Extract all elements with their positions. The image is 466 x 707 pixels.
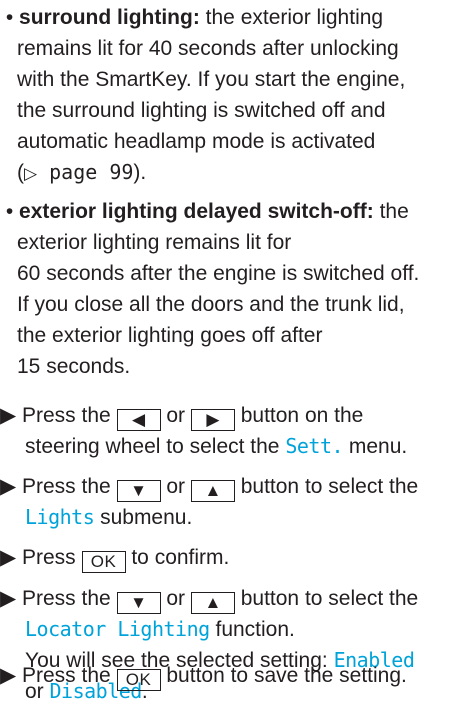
right-arrow-button-icon: ▶ (190, 409, 235, 431)
step-select-sett-menu: ▶ Press the ◀ or ▶ button on the steerin… (0, 404, 408, 458)
bullet-dot: • (0, 200, 20, 223)
bullet-dot: • (0, 6, 20, 29)
step-marker-icon: ▶ (0, 404, 17, 427)
down-arrow-button-icon: ▼ (116, 592, 161, 614)
left-arrow-button-icon: ◀ (116, 409, 161, 431)
step-select-lights-submenu: ▶ Press the ▼ or ▲ button to select the … (0, 475, 419, 529)
ok-button-icon: OK (116, 669, 161, 691)
step-confirm: ▶ Press OK to confirm. (0, 546, 230, 573)
page-reference-arrow-icon: ▷ (24, 164, 38, 183)
menu-name: Sett. (285, 434, 344, 458)
bullet-exterior-lighting-delayed-switch-off: • exterior lighting delayed switch-off: … (0, 200, 420, 378)
submenu-name: Lights (25, 505, 95, 529)
step-marker-icon: ▶ (0, 587, 17, 610)
up-arrow-button-icon: ▲ (190, 592, 235, 614)
bullet-term: surround lighting: (19, 6, 200, 29)
manual-page: • surround lighting: the exterior lighti… (0, 0, 466, 703)
page-reference: (▷ page 99). (17, 160, 147, 184)
ok-button-icon: OK (81, 551, 126, 573)
down-arrow-button-icon: ▼ (116, 480, 161, 502)
step-save-setting: ▶ Press the OK button to save the settin… (0, 664, 407, 691)
bullet-surround-lighting: • surround lighting: the exterior lighti… (0, 2, 466, 189)
bullet-term: exterior lighting delayed switch-off: (19, 200, 374, 223)
function-name: Locator Lighting (25, 617, 210, 641)
step-marker-icon: ▶ (0, 664, 17, 687)
step-marker-icon: ▶ (0, 546, 17, 569)
up-arrow-button-icon: ▲ (190, 480, 235, 502)
step-marker-icon: ▶ (0, 475, 17, 498)
